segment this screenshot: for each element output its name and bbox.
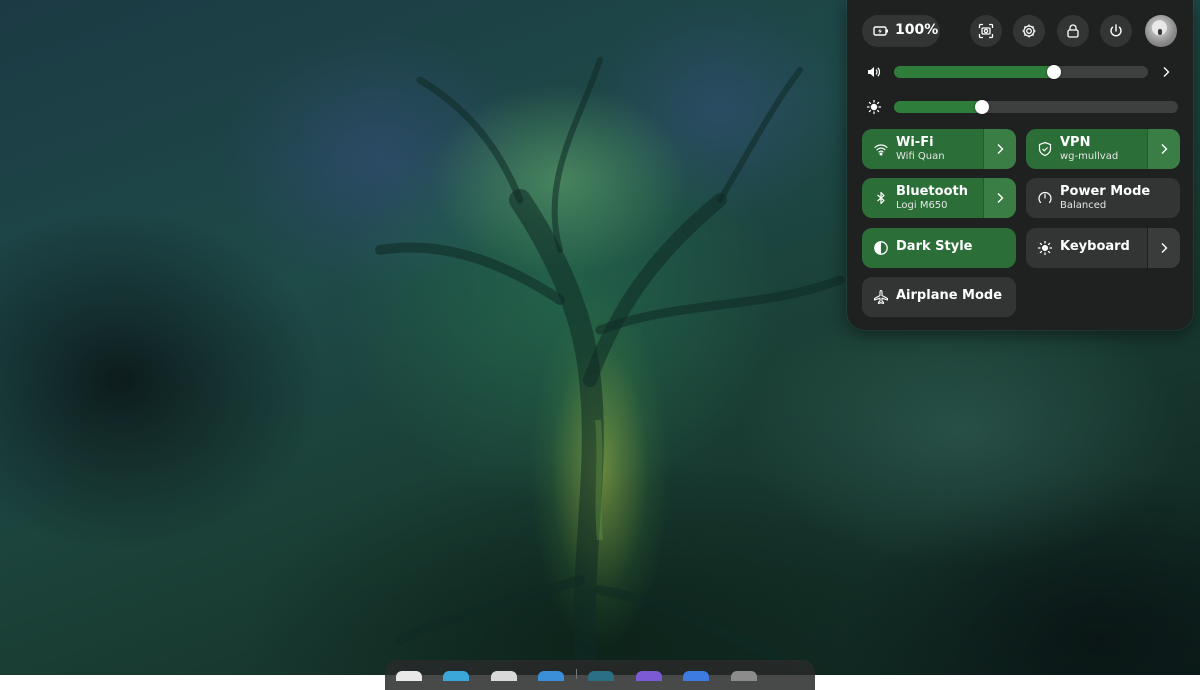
dock-app-grid[interactable] bbox=[731, 671, 757, 681]
lock-button[interactable] bbox=[1057, 15, 1089, 47]
power-button[interactable] bbox=[1100, 15, 1132, 47]
shield-icon bbox=[1038, 141, 1052, 157]
bluetooth-device-name: Logi M650 bbox=[896, 200, 948, 211]
vpn-connection-name: wg-mullvad bbox=[1060, 151, 1119, 162]
chevron-right-icon bbox=[997, 193, 1004, 203]
dock bbox=[385, 660, 815, 690]
airplane-icon bbox=[873, 289, 889, 305]
battery-indicator[interactable]: 100% bbox=[862, 15, 940, 47]
brightness-slider-fill bbox=[894, 101, 982, 113]
volume-slider[interactable] bbox=[894, 65, 1148, 79]
dock-app-mail[interactable] bbox=[683, 671, 709, 681]
wifi-title: Wi-Fi bbox=[896, 135, 934, 150]
dock-app-terminal[interactable] bbox=[588, 671, 614, 681]
volume-slider-handle[interactable] bbox=[1047, 65, 1061, 79]
power-icon bbox=[1110, 24, 1122, 37]
vpn-menu-button[interactable] bbox=[1147, 129, 1180, 169]
dark-style-toggle[interactable]: Dark Style bbox=[862, 228, 1016, 268]
dock-app-editor[interactable] bbox=[491, 671, 517, 681]
dark-style-icon bbox=[874, 241, 888, 255]
chevron-right-icon bbox=[1163, 67, 1170, 77]
vpn-toggle[interactable]: VPN wg-mullvad bbox=[1026, 129, 1180, 169]
wifi-icon bbox=[874, 144, 888, 156]
user-avatar[interactable] bbox=[1145, 15, 1177, 47]
battery-charging-icon bbox=[873, 26, 888, 36]
gear-icon bbox=[1022, 24, 1036, 38]
bluetooth-menu-button[interactable] bbox=[983, 178, 1016, 218]
brightness-slider[interactable] bbox=[894, 100, 1178, 114]
power-profile-icon bbox=[1038, 191, 1052, 204]
keyboard-menu-button[interactable] bbox=[1147, 228, 1180, 268]
audio-output-menu-button[interactable] bbox=[1158, 62, 1174, 82]
bluetooth-icon bbox=[877, 191, 885, 205]
bluetooth-title: Bluetooth bbox=[896, 184, 968, 199]
speaker-icon bbox=[868, 67, 881, 77]
settings-button[interactable] bbox=[1013, 15, 1045, 47]
screenshot-button[interactable] bbox=[970, 15, 1002, 47]
battery-level: 100% bbox=[895, 22, 939, 38]
bluetooth-toggle[interactable]: Bluetooth Logi M650 bbox=[862, 178, 1016, 218]
airplane-mode-toggle[interactable]: Airplane Mode bbox=[862, 277, 1016, 317]
wifi-toggle[interactable]: Wi-Fi Wifi Quan bbox=[862, 129, 1016, 169]
screenshot-icon bbox=[978, 23, 994, 39]
wifi-network-name: Wifi Quan bbox=[896, 151, 945, 162]
keyboard-title: Keyboard bbox=[1060, 239, 1130, 254]
chevron-right-icon bbox=[1161, 243, 1168, 253]
dark-style-title: Dark Style bbox=[896, 239, 973, 254]
power-mode-value: Balanced bbox=[1060, 200, 1107, 211]
quick-settings-panel: 100% Wi-Fi Wifi Quan VPN wg-mullvad Blue… bbox=[847, 0, 1193, 330]
keyboard-backlight-toggle[interactable]: Keyboard bbox=[1026, 228, 1180, 268]
sun-icon bbox=[1037, 240, 1053, 256]
dock-app-chat[interactable] bbox=[636, 671, 662, 681]
wifi-menu-button[interactable] bbox=[983, 129, 1016, 169]
sun-icon bbox=[866, 99, 882, 115]
volume-slider-fill bbox=[894, 66, 1054, 78]
vpn-title: VPN bbox=[1060, 135, 1091, 150]
chevron-right-icon bbox=[1161, 144, 1168, 154]
lock-icon bbox=[1067, 24, 1079, 38]
dock-separator bbox=[576, 669, 577, 679]
airplane-mode-title: Airplane Mode bbox=[896, 288, 1003, 303]
power-mode-button[interactable]: Power Mode Balanced bbox=[1026, 178, 1180, 218]
dock-app-browser[interactable] bbox=[443, 671, 469, 681]
chevron-right-icon bbox=[997, 144, 1004, 154]
power-mode-title: Power Mode bbox=[1060, 184, 1151, 199]
brightness-slider-handle[interactable] bbox=[975, 100, 989, 114]
dock-app-store[interactable] bbox=[538, 671, 564, 681]
dock-app-files[interactable] bbox=[396, 671, 422, 681]
